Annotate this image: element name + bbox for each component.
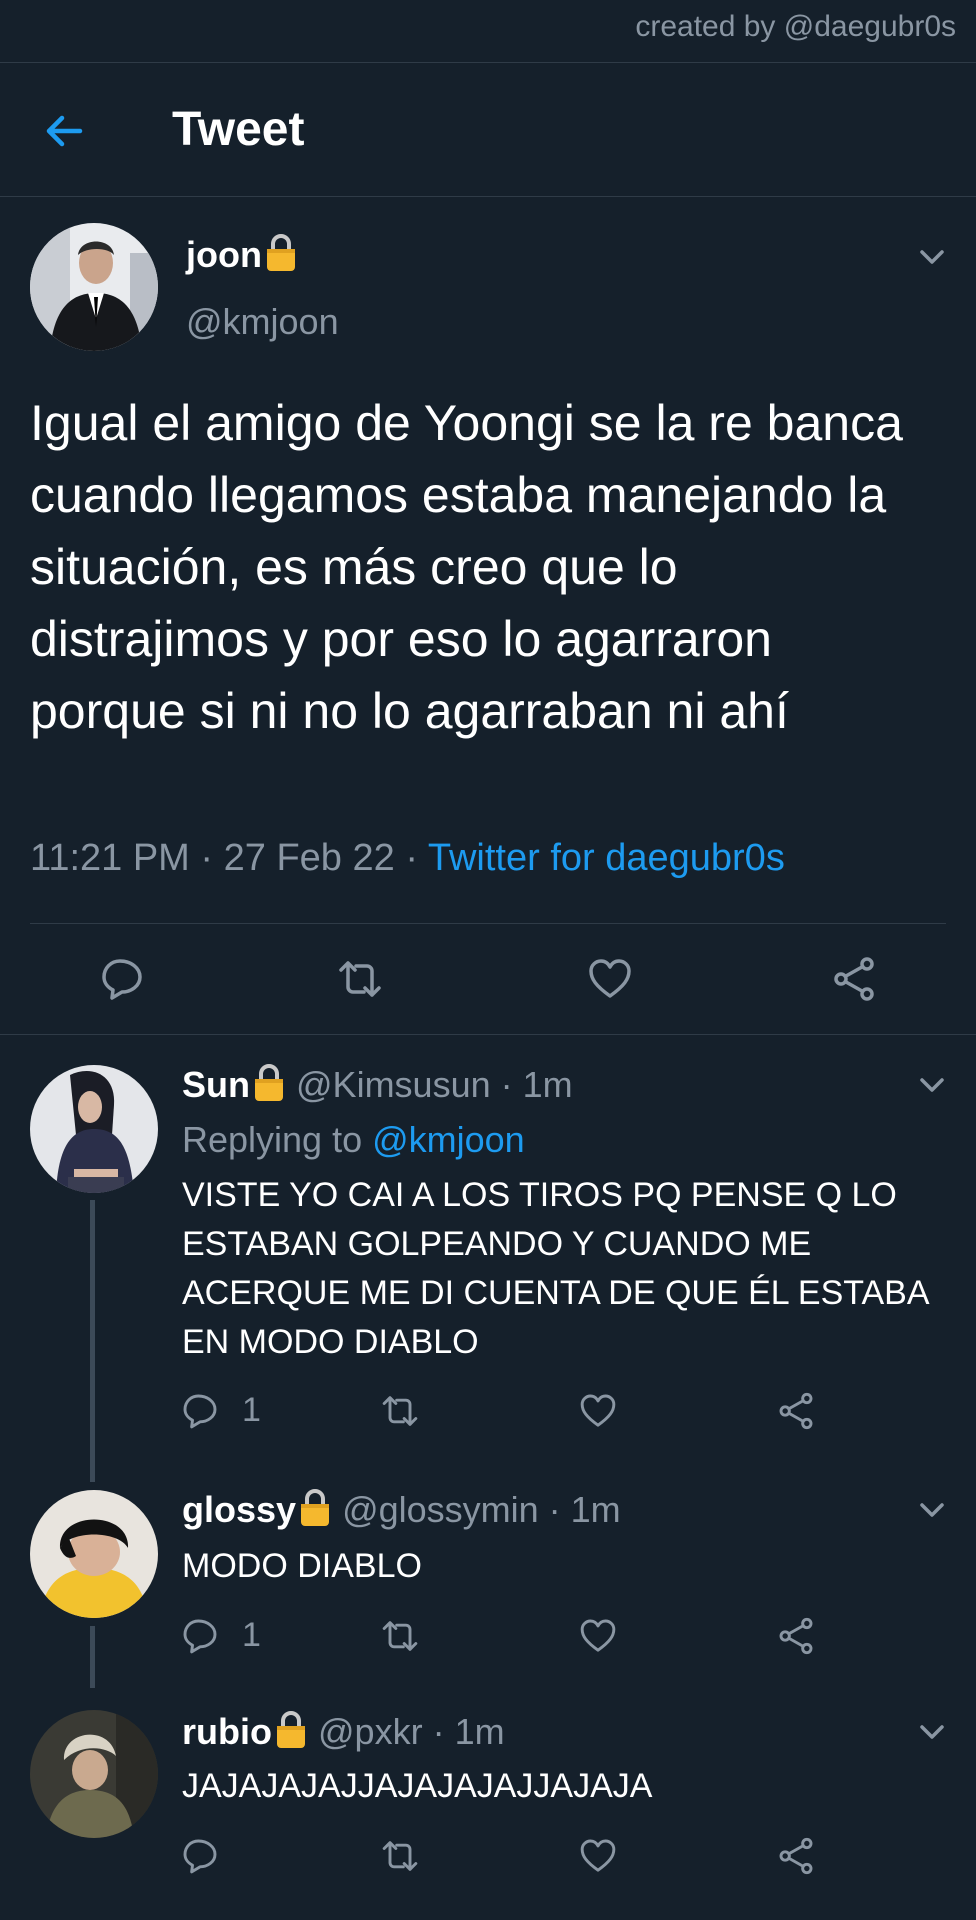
watermark-text: created by @daegubr0s — [635, 10, 956, 43]
reply-author-handle[interactable]: @glossymin — [342, 1489, 539, 1530]
avatar-image — [30, 1490, 158, 1618]
reply-icon — [180, 1616, 220, 1656]
reply-button[interactable] — [180, 1616, 220, 1656]
reply-header: Sun @Kimsusun · 1m — [182, 1063, 573, 1106]
reply-button[interactable] — [180, 1836, 220, 1876]
chevron-down-icon[interactable] — [916, 1716, 948, 1748]
author-name[interactable]: joon — [186, 233, 298, 276]
lock-icon — [252, 1063, 286, 1103]
chevron-down-icon[interactable] — [916, 241, 948, 273]
heart-icon — [586, 955, 634, 1003]
lock-icon — [274, 1710, 308, 1750]
share-icon — [776, 1391, 816, 1431]
retweet-icon — [336, 955, 384, 1003]
replying-label: Replying to — [182, 1119, 373, 1160]
top-bar: Tweet — [0, 62, 976, 196]
reply-icon — [98, 955, 146, 1003]
like-button[interactable] — [586, 955, 634, 1003]
reply-author-name[interactable]: glossy — [182, 1489, 296, 1530]
reply-time: · 1m — [432, 1711, 505, 1752]
tweet-meta: 11:21 PM · 27 Feb 22 · Twitter for daegu… — [30, 837, 785, 880]
replying-to: Replying to @kmjoon — [182, 1119, 525, 1161]
avatar[interactable] — [30, 1490, 158, 1618]
tweet-date: 27 Feb 22 — [223, 837, 395, 879]
tweet-time: 11:21 PM — [30, 837, 190, 879]
chevron-down-icon[interactable] — [916, 1069, 948, 1101]
retweet-button[interactable] — [380, 1391, 420, 1431]
header-divider — [0, 196, 976, 197]
share-icon — [776, 1616, 816, 1656]
reply-author-name[interactable]: Sun — [182, 1064, 250, 1105]
tweet-text: Igual el amigo de Yoongi se la re banca … — [30, 395, 903, 739]
reply-header: glossy @glossymin · 1m — [182, 1488, 621, 1531]
meta-separator: · — [189, 837, 224, 879]
main-tweet-divider — [0, 1034, 976, 1035]
reply-actions: 1 — [0, 1391, 976, 1451]
heart-icon — [578, 1391, 618, 1431]
reply-text: VISTE YO CAI A LOS TIROS PQ PENSE Q LO E… — [182, 1176, 928, 1361]
page-title: Tweet — [172, 103, 305, 156]
author-name-text: joon — [186, 234, 262, 275]
heart-icon — [578, 1616, 618, 1656]
share-icon — [776, 1836, 816, 1876]
heart-icon — [578, 1836, 618, 1876]
retweet-icon — [380, 1616, 420, 1656]
avatar-image — [30, 1710, 158, 1838]
retweet-button[interactable] — [380, 1616, 420, 1656]
retweet-button[interactable] — [336, 955, 384, 1003]
retweet-button[interactable] — [380, 1836, 420, 1876]
reply-author-name[interactable]: rubio — [182, 1711, 272, 1752]
reply-count: 1 — [242, 1616, 261, 1654]
replying-mention[interactable]: @kmjoon — [372, 1119, 525, 1160]
reply-text: JAJAJAJAJJAJAJAJAJJAJAJA — [182, 1767, 653, 1805]
retweet-icon — [380, 1836, 420, 1876]
reply-icon — [180, 1836, 220, 1876]
retweet-icon — [380, 1391, 420, 1431]
reply-time: · 1m — [548, 1489, 621, 1530]
arrow-left-icon — [46, 115, 83, 147]
reply-icon — [180, 1391, 220, 1431]
reply-author-handle[interactable]: @Kimsusun — [296, 1064, 491, 1105]
lock-icon — [298, 1488, 332, 1528]
avatar-image — [30, 223, 158, 351]
share-button[interactable] — [776, 1836, 816, 1876]
reply-count: 1 — [242, 1391, 261, 1429]
lock-icon — [264, 233, 298, 273]
reply-button[interactable] — [180, 1391, 220, 1431]
avatar[interactable] — [30, 1710, 158, 1838]
avatar[interactable] — [30, 223, 158, 351]
avatar[interactable] — [30, 1065, 158, 1193]
avatar-image — [30, 1065, 158, 1193]
like-button[interactable] — [578, 1391, 618, 1431]
reply-time: · 1m — [500, 1064, 573, 1105]
author-handle[interactable]: @kmjoon — [186, 301, 339, 343]
reply-actions — [0, 1836, 976, 1896]
reply-button[interactable] — [98, 955, 146, 1003]
like-button[interactable] — [578, 1616, 618, 1656]
chevron-down-icon[interactable] — [916, 1494, 948, 1526]
meta-separator-2: · — [394, 837, 428, 879]
share-icon — [830, 955, 878, 1003]
reply-text: MODO DIABLO — [182, 1547, 422, 1585]
share-button[interactable] — [830, 955, 878, 1003]
tweet-actions — [0, 955, 976, 1015]
back-button[interactable] — [40, 106, 90, 156]
reply-actions: 1 — [0, 1616, 976, 1676]
tweet-source-link[interactable]: Twitter for daegubr0s — [428, 837, 785, 879]
like-button[interactable] — [578, 1836, 618, 1876]
reply-author-handle[interactable]: @pxkr — [318, 1711, 423, 1752]
share-button[interactable] — [776, 1391, 816, 1431]
meta-divider — [30, 923, 946, 924]
reply-header: rubio @pxkr · 1m — [182, 1710, 505, 1753]
share-button[interactable] — [776, 1616, 816, 1656]
